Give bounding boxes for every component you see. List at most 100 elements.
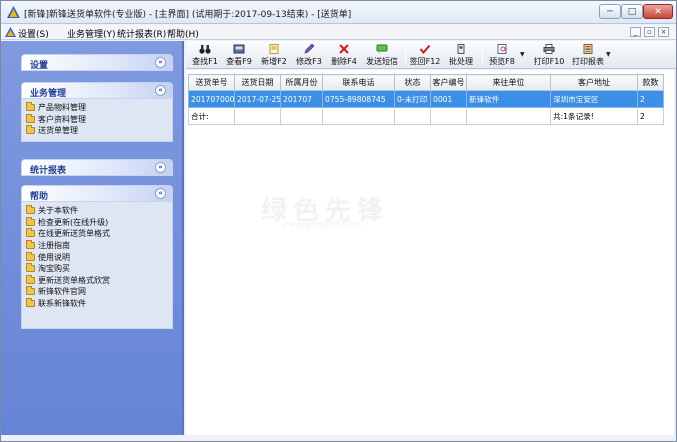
panel-title: 业务管理 [30,89,67,99]
view-icon [233,44,245,54]
folder-icon [26,251,35,261]
preview-button[interactable]: 预览F8 [486,42,518,68]
table-cell [280,107,323,125]
column-header[interactable]: 联系电话 [322,74,395,91]
folder-icon [26,102,35,112]
column-header[interactable]: 客户地址 [550,74,638,91]
preview-dropdown-icon[interactable]: ▼ [520,51,525,58]
table-cell [430,107,467,125]
folder-icon [26,263,35,273]
report-icon [583,44,593,54]
table-cell [234,107,281,125]
column-header[interactable]: 送货日期 [234,74,281,91]
nav-item-website[interactable]: 新锋软件官网 [26,286,172,298]
find-button[interactable]: 查找F1 [190,42,220,68]
maximize-button[interactable]: □ [621,4,643,19]
toolbar-separator [405,44,406,66]
navigation-pane: 设置 » 业务管理 « 产品物料管理 客户资料管理 送货单管理 统计报表 » 帮… [1,41,184,435]
watermark-url: www.greenxf.com [281,220,362,230]
table-cell[interactable]: 0001 [430,90,467,108]
panel-settings-header[interactable]: 设置 » [21,54,173,71]
app-logo-icon [7,6,20,18]
panel-reports-header[interactable]: 统计报表 » [21,159,173,176]
nav-item-manual[interactable]: 使用说明 [26,251,172,263]
new-button[interactable]: 新增F2 [259,42,289,68]
main-window: [新锋]新锋送货单软件(专业版) - [主界面] (试用期于:2017-09-1… [0,0,677,442]
vertical-scrollbar[interactable] [674,70,676,435]
menu-help[interactable]: 帮助(H) [167,27,199,40]
panel-reports: 统计报表 » [21,159,173,176]
column-header[interactable]: 状态 [394,74,431,91]
table-cell[interactable]: 2017-07-25 [234,90,281,108]
delivery-note-grid-area: 绿色先锋 www.greenxf.com 送货单号 送货日期 所属月份 联系电话… [186,70,676,435]
menu-business[interactable]: 业务管理(Y) [67,27,116,40]
print-button[interactable]: 打印F10 [531,42,567,68]
menu-reports[interactable]: 统计报表(R) [117,27,166,40]
printer-icon [543,44,555,54]
nav-item-format-gallery[interactable]: 更新送货单格式欣赏 [26,274,172,287]
report-dropdown-icon[interactable]: ▼ [606,51,611,58]
nav-item-customers[interactable]: 客户资料管理 [26,113,172,126]
nav-item-products[interactable]: 产品物料管理 [26,102,172,114]
table-cell[interactable]: 20170700001 [188,90,235,108]
nav-item-register[interactable]: 注册指南 [26,240,172,252]
expand-chevron-icon[interactable]: » [155,57,166,68]
mdi-minimize-button[interactable]: _ [630,27,641,37]
table-header-row: 送货单号 送货日期 所属月份 联系电话 状态 客户编号 来往单位 客户地址 款数 [188,74,664,91]
folder-icon [26,228,35,238]
expand-chevron-icon[interactable]: » [155,162,166,173]
sign-back-button[interactable]: 签回F12 [409,42,441,68]
column-header[interactable]: 客户编号 [430,74,467,91]
total-quantity: 2 [637,107,664,125]
nav-item-contact[interactable]: 联系新锋软件 [26,298,172,310]
edit-button[interactable]: 修改F3 [294,42,324,68]
nav-item-about[interactable]: 关于本软件 [26,205,172,217]
column-header[interactable]: 款数 [637,74,664,91]
close-button[interactable]: ✕ [643,4,673,19]
title-bar: [新锋]新锋送货单软件(专业版) - [主界面] (试用期于:2017-09-1… [1,1,676,24]
edit-icon [304,44,315,54]
send-sms-button[interactable]: 发送短信 [364,42,400,68]
nav-item-buy[interactable]: 淘宝购买 [26,263,172,275]
folder-icon [26,286,35,296]
table-cell [322,107,395,125]
collapse-chevron-icon[interactable]: « [155,188,166,199]
batch-button[interactable]: 批处理 [445,42,477,68]
folder-icon [26,125,35,135]
table-cell[interactable]: 201707 [280,90,323,108]
record-count: 共:1条记录! [550,107,638,125]
folder-icon [26,113,35,123]
view-button[interactable]: 查看F9 [224,42,254,68]
column-header[interactable]: 所属月份 [280,74,323,91]
app-menu-icon[interactable] [5,27,16,37]
panel-business-body: 产品物料管理 客户资料管理 送货单管理 [21,99,173,142]
table-cell [466,107,551,125]
folder-icon [26,274,35,284]
table-cell[interactable]: 0-未打印 [394,90,431,108]
table-cell[interactable]: 0755-89808745 [322,90,395,108]
nav-item-online-format[interactable]: 在线更新送货单格式 [26,228,172,240]
checkmark-icon [419,44,431,54]
mdi-close-button[interactable]: × [658,27,669,37]
toolbar: 查找F1 查看F9 新增F2 修改F3 删除F4 发送短信 签回F12 批处理 … [186,41,676,69]
mdi-restore-button[interactable]: ▫ [644,27,655,37]
minimize-button[interactable]: ─ [599,4,621,19]
print-report-button[interactable]: 打印报表 [570,42,606,68]
table-cell[interactable]: 深圳市宝安区 [550,90,638,108]
table-row[interactable]: 20170700001 2017-07-25 201707 0755-89808… [188,90,664,108]
column-header[interactable]: 送货单号 [188,74,235,91]
nav-item-delivery-notes[interactable]: 送货单管理 [26,125,172,137]
collapse-chevron-icon[interactable]: « [155,85,166,96]
table-cell[interactable]: 2 [637,90,664,108]
delete-button[interactable]: 删除F4 [329,42,359,68]
toolbar-separator [482,44,483,66]
panel-help-header[interactable]: 帮助 « [21,185,173,202]
window-title: [新锋]新锋送货单软件(专业版) - [主界面] (试用期于:2017-09-1… [24,10,352,20]
panel-title: 帮助 [30,192,49,202]
table-cell[interactable]: 新锋软件 [466,90,551,108]
column-header[interactable]: 来往单位 [466,74,551,91]
nav-item-check-update[interactable]: 检查更新(在线升级) [26,216,172,229]
menu-settings[interactable]: 设置(S) [18,27,49,40]
folder-icon [26,216,35,226]
panel-business-header[interactable]: 业务管理 « [21,82,173,99]
